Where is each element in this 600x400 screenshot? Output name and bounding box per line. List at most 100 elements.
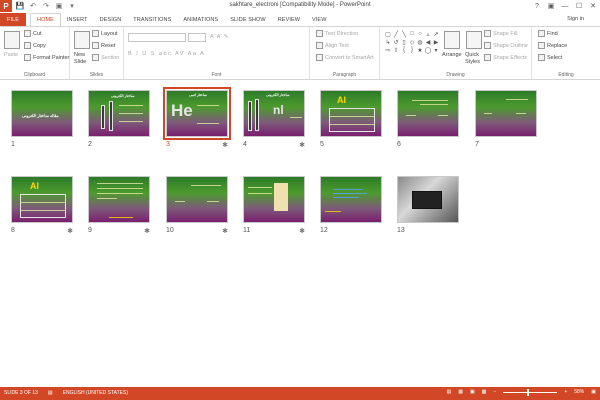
slide-number: 2 [88, 141, 92, 148]
zoom-in-icon[interactable]: + [564, 389, 567, 395]
slide-thumbnail-selected[interactable]: ساختار اتمی He 3 ✱ [163, 87, 231, 149]
shape-icon[interactable]: ▵ [424, 30, 432, 38]
paste-icon[interactable] [4, 31, 20, 49]
paste-button[interactable]: Paste [4, 52, 18, 58]
diagram-shape [248, 101, 252, 131]
new-slide-icon[interactable] [74, 31, 90, 49]
scissors-icon [24, 30, 31, 37]
reading-view-icon[interactable]: ▣ [470, 389, 475, 395]
shape-fill-button[interactable]: Shape Fill [484, 30, 517, 37]
slide-thumbnail[interactable]: ساختار الکترونی 2 [88, 90, 150, 148]
tab-view[interactable]: VIEW [306, 13, 332, 26]
text-line [197, 123, 219, 124]
close-icon[interactable]: ✕ [586, 0, 600, 12]
format-painter-label: Format Painter [33, 54, 70, 61]
new-slide-label-1[interactable]: New [74, 52, 85, 58]
slide-thumbnail[interactable]: 10 ✱ [166, 176, 228, 235]
tab-file[interactable]: FILE [0, 13, 27, 26]
slide-thumbnail[interactable]: مقاله ساختار الکترونی 1 [11, 90, 73, 148]
reset-button[interactable]: Reset [92, 42, 115, 49]
shapes-gallery[interactable]: ▢ ╱ ╲ □ ○ ▵ ↗ ↳ ↺ ▯ ◇ ◍ ◀ ▶ ⇨ ⇧{} ★ ◯ ▾ [384, 30, 440, 64]
arrange-icon[interactable] [444, 31, 460, 49]
replace-button[interactable]: Replace [538, 42, 567, 49]
shape-icon[interactable]: ↳ [384, 38, 392, 46]
slide-thumbnail[interactable]: 9 ✱ [88, 176, 150, 235]
shape-icon[interactable]: ↺ [392, 38, 400, 46]
slide-thumbnail[interactable]: 12 [320, 176, 382, 234]
copy-button[interactable]: Copy [24, 42, 46, 49]
shape-icon[interactable]: ╲ [400, 30, 408, 38]
link-line [333, 197, 359, 198]
slide-thumbnail[interactable]: 11 ✱ [243, 176, 305, 235]
shape-outline-button[interactable]: Shape Outline [484, 42, 528, 49]
shape-icon[interactable]: ★ [416, 46, 424, 54]
fit-slide-icon[interactable]: ▣ [591, 389, 596, 395]
shape-icon[interactable]: ⇨ [384, 46, 392, 54]
slide-thumbnail[interactable]: Al 5 [320, 90, 382, 148]
text-line [175, 201, 185, 202]
slide-thumbnail[interactable]: 6 [397, 90, 459, 148]
font-name-dropdown[interactable] [128, 33, 186, 42]
tab-review[interactable]: REVIEW [272, 13, 306, 26]
shape-icon[interactable]: ▾ [432, 46, 440, 54]
shape-icon[interactable]: ▢ [384, 30, 392, 38]
new-slide-label-2[interactable]: Slide [74, 59, 86, 65]
format-painter-button[interactable]: Format Painter [24, 54, 69, 61]
shape-icon[interactable]: ○ [416, 30, 424, 38]
quick-styles-label-2[interactable]: Styles [465, 59, 480, 65]
shape-icon[interactable]: ↗ [432, 30, 440, 38]
tab-insert[interactable]: INSERT [61, 13, 94, 26]
tab-slide-show[interactable]: SLIDE SHOW [224, 13, 272, 26]
slide-thumbnail[interactable]: Al 8 ✱ [11, 176, 73, 235]
zoom-out-icon[interactable]: − [493, 389, 496, 395]
shape-icon[interactable]: ◍ [416, 38, 424, 46]
language-status[interactable]: ENGLISH (UNITED STATES) [63, 390, 128, 396]
tab-transitions[interactable]: TRANSITIONS [127, 13, 177, 26]
convert-smartart-button[interactable]: Convert to SmartArt [316, 54, 374, 61]
slide-thumbnail[interactable]: 13 [397, 176, 459, 234]
align-text-button[interactable]: Align Text [316, 42, 349, 49]
section-button[interactable]: Section [92, 54, 119, 61]
spellcheck-icon[interactable]: ▤ [48, 390, 53, 396]
shape-icon[interactable]: ▯ [400, 38, 408, 46]
shape-icon[interactable]: } [408, 46, 416, 54]
slideshow-icon[interactable]: ▩ [482, 389, 487, 395]
ribbon-display-icon[interactable]: ▣ [544, 0, 558, 12]
slide-thumbnail[interactable]: 7 [475, 90, 537, 148]
sign-in-link[interactable]: Sign in [567, 16, 584, 22]
shape-effects-button[interactable]: Shape Effects [484, 54, 527, 61]
shape-icon[interactable]: □ [408, 30, 416, 38]
zoom-slider-handle[interactable] [527, 388, 530, 396]
maximize-icon[interactable]: ☐ [572, 0, 586, 12]
font-size-buttons[interactable]: Aˆ Aˇ ✎ [210, 34, 228, 40]
slide-thumbnail[interactable]: ساختار الکترونی nl 4 ✱ [243, 90, 305, 149]
shape-icon[interactable]: ◯ [424, 46, 432, 54]
zoom-slider[interactable] [503, 388, 558, 396]
shape-icon[interactable]: ▶ [432, 38, 440, 46]
text-direction-button[interactable]: Text Direction [316, 30, 358, 37]
zoom-level[interactable]: 58% [574, 389, 584, 395]
shape-icon[interactable]: ╱ [392, 30, 400, 38]
copy-icon [24, 42, 31, 49]
find-button[interactable]: Find [538, 30, 558, 37]
shape-icon[interactable]: { [400, 46, 408, 54]
cut-button[interactable]: Cut [24, 30, 42, 37]
slide-number: 5 [320, 141, 324, 148]
tab-animations[interactable]: ANIMATIONS [177, 13, 224, 26]
shape-icon[interactable]: ⇧ [392, 46, 400, 54]
select-button[interactable]: Select [538, 54, 562, 61]
font-size-dropdown[interactable] [188, 33, 206, 42]
font-format-buttons[interactable]: B I U S abc AV Aa A [128, 51, 205, 57]
tab-design[interactable]: DESIGN [94, 13, 128, 26]
shape-icon[interactable]: ◇ [408, 38, 416, 46]
normal-view-icon[interactable]: ▤ [446, 389, 451, 395]
tab-home[interactable]: HOME [30, 13, 61, 26]
quick-styles-label-1[interactable]: Quick [465, 52, 479, 58]
arrange-button[interactable]: Arrange [442, 52, 462, 58]
quick-styles-icon[interactable] [466, 31, 482, 49]
help-icon[interactable]: ? [530, 0, 544, 12]
slide-sorter-icon[interactable]: ▦ [458, 389, 463, 395]
layout-button[interactable]: Layout [92, 30, 118, 37]
minimize-icon[interactable]: — [558, 0, 572, 12]
shape-icon[interactable]: ◀ [424, 38, 432, 46]
